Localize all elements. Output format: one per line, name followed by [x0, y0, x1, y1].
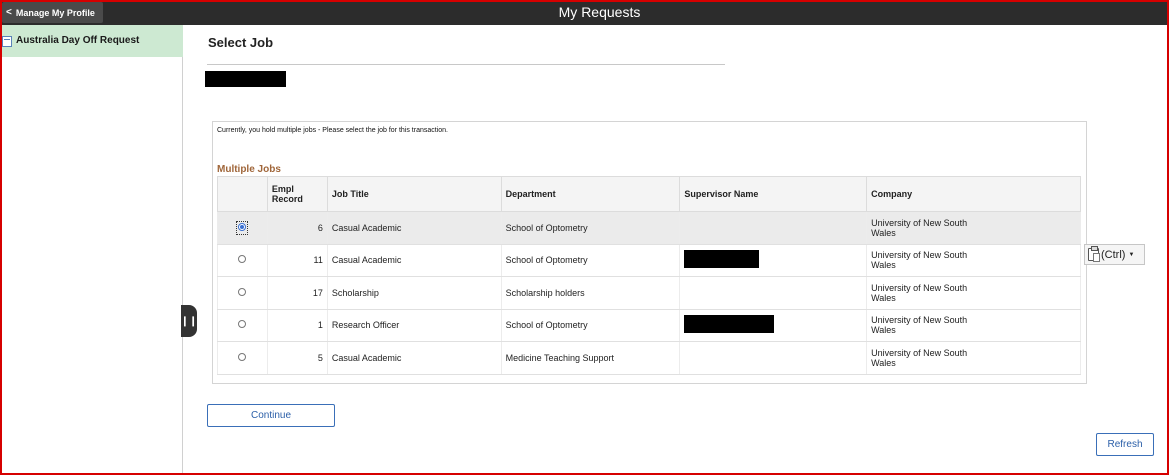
job-title-cell: Scholarship — [326, 276, 502, 310]
drag-handle-icon: ❙❙ — [180, 315, 198, 327]
page-title: Select Job — [208, 35, 274, 50]
header-title: My Requests — [558, 4, 641, 20]
table-row[interactable]: 17 Scholarship Scholarship holders Universi… — [217, 276, 1081, 310]
supervisor-name-cell — [679, 211, 868, 245]
table-row[interactable]: 1 Research Officer School of Optometry Univ… — [217, 308, 1081, 342]
select-cell — [217, 276, 268, 310]
redacted-supervisor-name — [684, 315, 775, 334]
refresh-button[interactable]: Refresh — [1096, 433, 1154, 456]
top-bar: < Manage My Profile My Requests — [0, 0, 1169, 25]
empl-record-cell: 5 — [266, 341, 328, 375]
radio-focus-ring — [236, 220, 249, 235]
job-title-cell: Casual Academic — [326, 243, 502, 277]
table-row[interactable]: 5 Casual Academic Medicine Teaching Suppor… — [217, 341, 1081, 375]
job-select-radio[interactable] — [238, 255, 247, 264]
job-select-radio[interactable] — [238, 287, 247, 296]
company-cell: University of New South Wales — [866, 308, 1081, 342]
company-cell: University of New South Wales — [866, 341, 1081, 375]
empl-record-cell: 17 — [266, 276, 328, 310]
column-header-job-title[interactable]: Job Title — [326, 176, 502, 212]
select-cell — [217, 211, 268, 245]
grid-header-row: Empl Record Job Title Department Supervis… — [217, 176, 1081, 212]
sidebar-collapse-handle[interactable]: ❙❙ — [181, 305, 197, 337]
job-title-cell: Research Officer — [326, 308, 502, 342]
supervisor-name-cell — [679, 308, 868, 342]
job-select-radio[interactable] — [238, 320, 247, 329]
grid-title: Multiple Jobs — [217, 164, 281, 175]
sidebar: Australia Day Off Request — [0, 25, 183, 475]
job-title-cell: Casual Academic — [326, 211, 502, 245]
column-header-department[interactable]: Department — [500, 176, 681, 212]
paste-options-label: (Ctrl) — [1101, 248, 1126, 261]
column-header-select — [217, 176, 268, 212]
supervisor-name-cell — [679, 243, 868, 277]
department-cell: School of Optometry — [500, 308, 681, 342]
job-select-radio[interactable] — [238, 222, 247, 231]
clipboard-icon — [1088, 246, 1100, 262]
select-cell — [217, 308, 268, 342]
empl-record-cell: 1 — [266, 308, 328, 342]
department-cell: School of Optometry — [500, 243, 681, 277]
supervisor-name-cell — [679, 276, 868, 310]
company-cell: University of New South Wales — [866, 243, 1081, 277]
redacted-name — [205, 71, 286, 87]
column-header-empl-record[interactable]: Empl Record — [266, 176, 328, 212]
document-icon — [2, 36, 12, 47]
select-cell — [217, 243, 268, 277]
paste-options-button[interactable]: (Ctrl) ▼ — [1084, 244, 1145, 265]
column-header-company[interactable]: Company — [866, 176, 1081, 212]
empl-record-cell: 11 — [266, 243, 328, 277]
department-cell: Medicine Teaching Support — [500, 341, 681, 375]
department-cell: Scholarship holders — [500, 276, 681, 310]
select-cell — [217, 341, 268, 375]
column-header-supervisor-name[interactable]: Supervisor Name — [679, 176, 868, 212]
continue-button[interactable]: Continue — [207, 404, 335, 427]
company-cell: University of New South Wales — [866, 211, 1081, 245]
divider — [207, 64, 725, 65]
company-cell: University of New South Wales — [866, 276, 1081, 310]
chevron-down-icon: ▼ — [1128, 251, 1135, 258]
table-row[interactable]: 11 Casual Academic School of Optometry Univ… — [217, 243, 1081, 277]
sidebar-item-label: Australia Day Off Request — [16, 35, 140, 46]
empl-record-cell: 6 — [266, 211, 328, 245]
job-title-cell: Casual Academic — [326, 341, 502, 375]
job-select-radio[interactable] — [238, 352, 247, 361]
sidebar-item-australia-day-off-request[interactable]: Australia Day Off Request — [0, 25, 183, 57]
redacted-supervisor-name — [684, 250, 760, 269]
instructions-text: Currently, you hold multiple jobs - Plea… — [217, 127, 448, 134]
supervisor-name-cell — [679, 341, 868, 375]
table-row[interactable]: 6 Casual Academic School of Optometry Unive… — [217, 211, 1081, 245]
department-cell: School of Optometry — [500, 211, 681, 245]
jobs-grid: Empl Record Job Title Department Supervis… — [217, 176, 1081, 375]
